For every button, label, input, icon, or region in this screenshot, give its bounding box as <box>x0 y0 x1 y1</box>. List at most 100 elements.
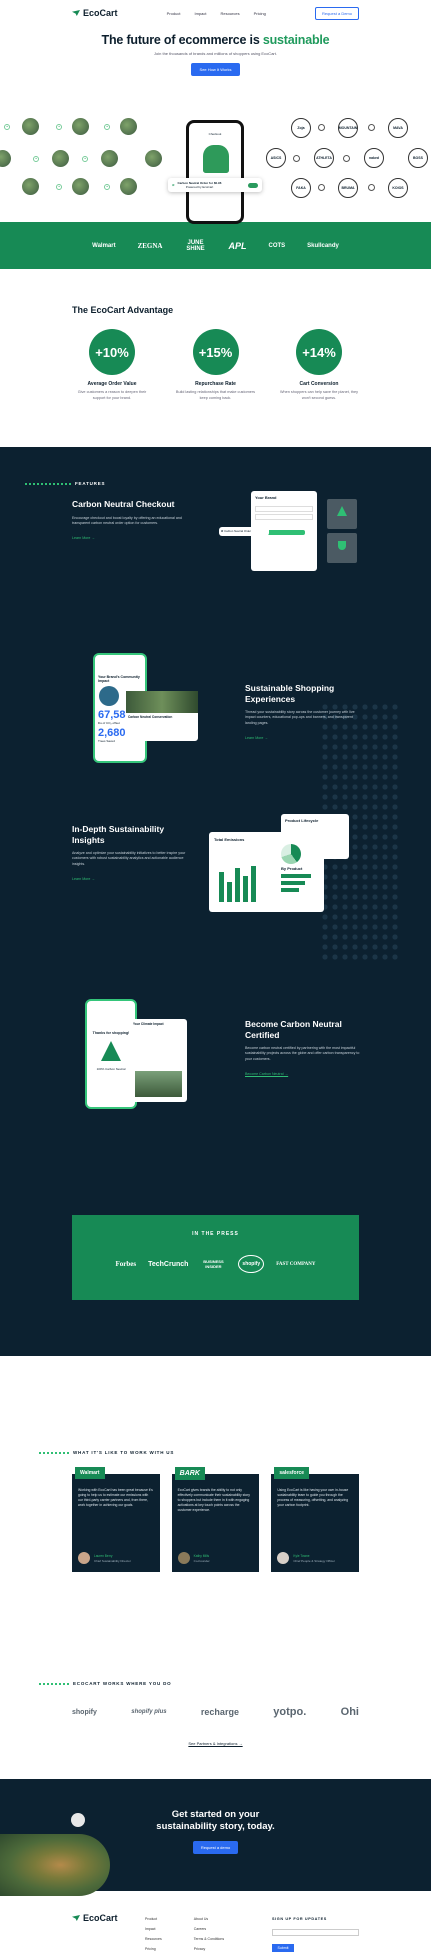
impact-title: Your Brand's Community Impact <box>98 675 140 683</box>
avatar <box>277 1552 290 1564</box>
nature-photo <box>72 118 89 135</box>
mock-input <box>255 506 313 512</box>
stat-value: +15% <box>192 329 239 375</box>
learn-more-link[interactable]: Learn More → <box>72 877 95 881</box>
footer-link-impact[interactable]: Impact <box>145 1927 162 1931</box>
mock-checkout-button <box>263 530 305 535</box>
chart-bar <box>219 872 224 902</box>
nature-photo <box>52 150 69 167</box>
toggle-switch[interactable] <box>248 182 258 188</box>
feature-title: Sustainable Shopping Experiences <box>245 683 335 704</box>
advantage-section: The EcoCart Advantage +10% Average Order… <box>0 269 431 447</box>
nature-photo <box>145 150 162 167</box>
hero-title: The future of ecommerce is sustainable <box>0 33 431 47</box>
footer-link-about[interactable]: About Us <box>194 1917 224 1921</box>
shopper-photo <box>22 118 39 135</box>
nature-photo <box>101 150 118 167</box>
newsletter-form: SIGN UP FOR UPDATES Submit <box>272 1917 359 1952</box>
footer-link-pricing[interactable]: Pricing <box>145 1947 162 1951</box>
learn-more-link[interactable]: Learn More → <box>245 736 268 740</box>
footer-link-privacy[interactable]: Privacy <box>194 1947 224 1951</box>
walmart-logo: Walmart <box>92 242 116 249</box>
brand-circle: MAVA <box>388 118 408 138</box>
hero-visual: ❝ ❝ ❝ ❝ ❝ ❝ ❝ Checkout ✿ Carbon Neutral … <box>0 112 431 224</box>
nav-link-impact[interactable]: Impact <box>194 11 206 16</box>
see-how-it-works-button[interactable]: See How It Works <box>190 63 241 76</box>
brand-circle: KOIOS <box>388 178 408 198</box>
brand-circle: naked <box>364 148 384 168</box>
shopper-photo <box>120 118 137 135</box>
learn-more-link[interactable]: Learn More → <box>72 536 95 540</box>
apl-logo: APL <box>228 240 247 251</box>
learn-more-label: Learn More <box>245 736 264 741</box>
nav-links: Product Impact Resources Pricing <box>167 11 266 16</box>
author-name: Kathy Mills <box>193 1553 210 1558</box>
feature-desc: Thread your sustainability story across … <box>245 710 355 725</box>
techcrunch-logo: TechCrunch <box>148 1260 189 1268</box>
testimonial-quote: Using EcoCart is like having your own in… <box>277 1488 349 1507</box>
become-carbon-neutral-label: Become Carbon Neutral <box>245 1072 284 1077</box>
toast-sub: Powered by EcoCart <box>185 185 214 189</box>
footer-link-careers[interactable]: Careers <box>194 1927 224 1931</box>
press-title: IN THE PRESS <box>192 1231 239 1237</box>
partners-integrations-link[interactable]: See Partners & Integrations → <box>72 1741 359 1746</box>
juneshine-logo: JUNE SHINE <box>186 239 205 252</box>
carbon-neutral-toggle-card[interactable]: ✿ Carbon Neutral Order for $0.96 Powered… <box>168 178 262 192</box>
stat-label: Cart Conversion <box>299 381 339 387</box>
quote-icon: ❝ <box>104 184 110 190</box>
forest-card-mock: Carbon Neutral Conservation <box>126 691 198 741</box>
stat-value: +14% <box>296 329 342 375</box>
submit-button[interactable]: Submit <box>272 1944 294 1952</box>
hero-title-prefix: The future of ecommerce is <box>101 33 263 47</box>
author-role: Chief People & Strategy Officer <box>293 1558 335 1563</box>
request-demo-cta-button[interactable]: Request a demo <box>192 1841 239 1854</box>
nav-link-pricing[interactable]: Pricing <box>254 11 266 16</box>
integrations-eyebrow: ECOCART WORKS WHERE YOU DO <box>39 1681 359 1686</box>
testimonials-eyebrow-text: WHAT IT'S LIKE TO WORK WITH US <box>73 1450 175 1455</box>
nav-link-product[interactable]: Product <box>167 11 181 16</box>
brand-logo[interactable]: EcoCart <box>72 8 118 18</box>
chart-bar <box>227 882 232 902</box>
stat-aov: +10% Average Order Value Give customers … <box>72 329 152 401</box>
press-box: IN THE PRESS Forbes TechCrunch BUSINESS … <box>72 1215 359 1300</box>
footer-link-product[interactable]: Product <box>145 1917 162 1921</box>
learn-more-label: Learn More <box>72 877 91 882</box>
certified-label: 100% Carbon Neutral <box>96 1067 126 1071</box>
brand-circle: ATHLETA <box>314 148 334 168</box>
climate-impact-card: Your Climate Impact <box>130 1019 187 1102</box>
integrations-eyebrow-text: ECOCART WORKS WHERE YOU DO <box>73 1681 172 1686</box>
footer-link-terms[interactable]: Terms & Conditions <box>194 1937 224 1941</box>
yotpo-logo: yotpo. <box>273 1706 307 1718</box>
learn-more-label: Learn More <box>72 536 91 541</box>
shield-icon <box>338 541 346 550</box>
brand-circle: Zoja <box>291 118 311 138</box>
author-name: Lauren Berry <box>94 1553 113 1558</box>
nav-link-resources[interactable]: Resources <box>220 11 239 16</box>
avatar <box>177 1552 190 1564</box>
boot-product-image <box>203 145 229 173</box>
email-field[interactable] <box>272 1929 359 1936</box>
stat-desc: Give customers a reason to deepen their … <box>77 390 147 400</box>
lifecycle-pie-chart <box>281 844 301 864</box>
become-carbon-neutral-link[interactable]: Become Carbon Neutral → <box>245 1072 288 1076</box>
testimonials-eyebrow: WHAT IT'S LIKE TO WORK WITH US <box>39 1450 359 1455</box>
hero-section: The future of ecommerce is sustainable J… <box>0 26 431 224</box>
phone-mockup: Checkout <box>186 120 244 224</box>
features-eyebrow: FEATURES <box>0 481 431 486</box>
stat-repurchase: +15% Repurchase Rate Build lasting relat… <box>176 329 256 401</box>
request-demo-button[interactable]: Request a Demo <box>314 6 359 20</box>
testimonial-author: Kathy Mills Co-Founder <box>177 1552 210 1564</box>
stat-conversion: +14% Cart Conversion When shoppers can h… <box>279 329 359 401</box>
nature-photo <box>135 1071 182 1097</box>
chart-bar <box>251 866 256 902</box>
newsletter-title: SIGN UP FOR UPDATES <box>272 1917 327 1921</box>
cta-title: Get started on your sustainability story,… <box>0 1809 431 1833</box>
mock-brand-title: Your Brand <box>255 495 277 500</box>
footer-link-resources[interactable]: Resources <box>145 1937 162 1941</box>
nature-photo <box>72 178 89 195</box>
footer-col-2: About Us Careers Terms & Conditions Priv… <box>194 1917 224 1957</box>
store-icon <box>318 124 325 131</box>
client-logo-bar: Walmart ZEGNA JUNE SHINE APL COTS Skullc… <box>0 222 431 269</box>
stats-row: +10% Average Order Value Give customers … <box>72 329 359 401</box>
forest-title: Carbon Neutral Conservation <box>128 715 173 719</box>
